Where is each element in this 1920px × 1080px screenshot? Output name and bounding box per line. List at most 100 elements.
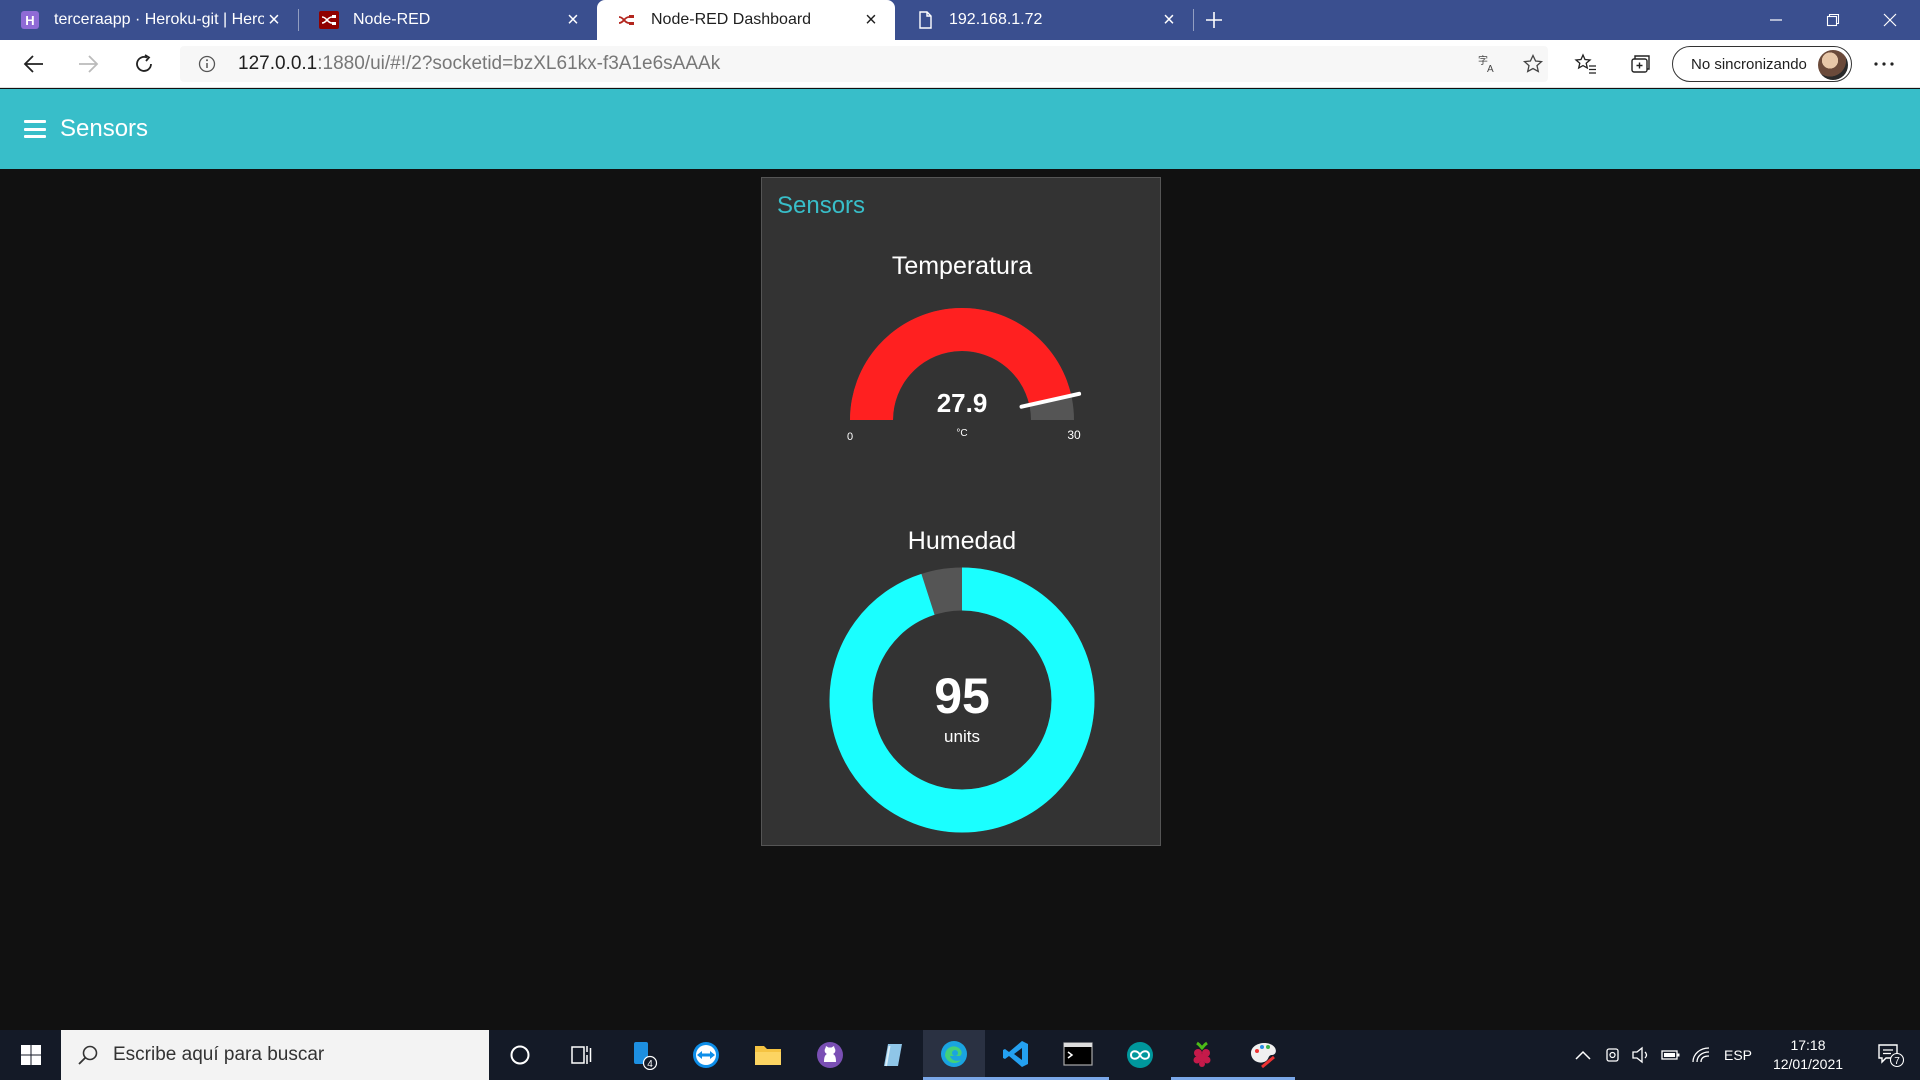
close-window-button[interactable] <box>1862 0 1918 40</box>
svg-text:A: A <box>1487 64 1494 74</box>
phone-app-icon: 4 <box>634 1042 658 1070</box>
close-icon[interactable]: × <box>264 10 284 30</box>
forward-button[interactable] <box>68 48 108 80</box>
chevron-up-icon <box>1575 1050 1591 1060</box>
taskbar-app-terminal[interactable] <box>1047 1030 1109 1080</box>
paint-icon <box>1251 1042 1276 1068</box>
plus-icon <box>1206 12 1222 28</box>
cortana-button[interactable] <box>489 1030 551 1080</box>
taskbar-app-raspberry[interactable] <box>1171 1030 1233 1080</box>
favorites-button[interactable] <box>1566 48 1606 80</box>
wifi-icon[interactable] <box>1688 1030 1714 1080</box>
url-text: 127.0.0.1:1880/ui/#!/2?socketid=bzXL61kx… <box>238 53 720 75</box>
show-hidden-icons-button[interactable] <box>1568 1030 1598 1080</box>
search-placeholder: Escribe aquí para buscar <box>113 1044 325 1065</box>
sensors-group-card: Sensors Temperatura 27.9 °C 0 30 Humedad… <box>761 177 1161 846</box>
clock-time: 17:18 <box>1790 1037 1826 1053</box>
raspberry-icon <box>1193 1041 1211 1067</box>
folder-icon <box>755 1046 781 1065</box>
more-icon <box>1874 62 1894 66</box>
tab-title: terceraapp · Heroku-git | Heroku <box>54 11 264 28</box>
cortana-circle-icon <box>510 1045 530 1065</box>
profile-label: No sincronizando <box>1691 55 1807 73</box>
collections-button[interactable] <box>1620 48 1660 80</box>
temperature-units: °C <box>956 428 967 439</box>
heroku-icon: H <box>20 10 40 30</box>
settings-more-button[interactable] <box>1864 48 1904 80</box>
group-title: Sensors <box>777 192 866 219</box>
profile-button[interactable]: No sincronizando <box>1672 46 1852 82</box>
favorites-list-icon <box>1574 53 1596 74</box>
search-icon <box>78 1045 98 1065</box>
windows-logo-icon <box>20 1045 41 1065</box>
taskbar-app-arduino[interactable] <box>1109 1030 1171 1080</box>
taskbar-app-file-explorer[interactable] <box>737 1030 799 1080</box>
node-red-icon <box>617 10 637 30</box>
taskbar-app-paint[interactable] <box>1233 1030 1295 1080</box>
close-icon[interactable]: × <box>1159 10 1179 30</box>
temperature-gauge: 27.9 °C 0 30 <box>847 307 1082 443</box>
refresh-button[interactable] <box>124 48 164 80</box>
taskbar-app-edge[interactable] <box>923 1030 985 1080</box>
favorite-star-icon[interactable] <box>1521 54 1545 74</box>
clock-date: 12/01/2021 <box>1772 1056 1844 1072</box>
edge-icon <box>941 1040 967 1067</box>
notes-icon <box>884 1044 902 1067</box>
collections-icon <box>1631 55 1650 73</box>
close-icon[interactable]: × <box>861 10 881 30</box>
address-bar[interactable]: 127.0.0.1:1880/ui/#!/2?socketid=bzXL61kx… <box>180 46 1548 82</box>
teamviewer-icon <box>693 1042 719 1068</box>
tab-title: 192.168.1.72 <box>949 11 1043 28</box>
taskbar-app-phone[interactable]: 4 <box>613 1030 675 1080</box>
avatar <box>1818 50 1848 80</box>
tab-node-red-dashboard[interactable]: Node-RED Dashboard × <box>597 0 895 40</box>
minimize-button[interactable] <box>1748 0 1804 40</box>
notification-badge: 7 <box>1894 1056 1900 1067</box>
url-host: 127.0.0.1 <box>238 53 318 74</box>
back-arrow-icon <box>23 55 43 73</box>
close-icon <box>1883 13 1897 27</box>
humidity-title: Humedad <box>907 527 1017 555</box>
volume-icon[interactable] <box>1628 1030 1654 1080</box>
gauge-min-label: 0 <box>847 431 853 443</box>
taskbar-clock[interactable]: 17:18 12/01/2021 <box>1758 1036 1858 1074</box>
humidity-units: units <box>944 727 980 746</box>
humidity-value: 95 <box>934 668 990 724</box>
temperature-title: Temperatura <box>891 252 1033 280</box>
translate-icon[interactable]: 字A <box>1476 54 1500 74</box>
menu-icon[interactable] <box>24 120 46 138</box>
tab-node-red[interactable]: Node-RED × <box>299 0 597 40</box>
close-icon[interactable]: × <box>563 10 583 30</box>
battery-icon[interactable] <box>1658 1030 1684 1080</box>
taskbar-app-github[interactable] <box>799 1030 861 1080</box>
back-button[interactable] <box>14 48 54 80</box>
restore-button[interactable] <box>1805 0 1861 40</box>
humidity-donut: 95 units <box>829 567 1095 833</box>
arduino-icon <box>1127 1042 1153 1068</box>
tab-192-168-1-72[interactable]: 192.168.1.72 × <box>895 0 1193 40</box>
task-view-button[interactable] <box>551 1030 613 1080</box>
taskbar-app-vscode[interactable] <box>985 1030 1047 1080</box>
meet-now-icon[interactable] <box>1600 1030 1626 1080</box>
gauge-max-label: 30 <box>1067 428 1081 442</box>
vscode-icon <box>1003 1040 1028 1067</box>
refresh-icon <box>136 54 152 72</box>
taskbar-app-teamviewer[interactable] <box>675 1030 737 1080</box>
task-view-icon <box>571 1046 592 1064</box>
taskbar-app-notes[interactable] <box>861 1030 923 1080</box>
tab-heroku[interactable]: H terceraapp · Heroku-git | Heroku × <box>0 0 298 40</box>
notifications-button[interactable]: 7 <box>1866 1030 1916 1080</box>
browser-tab-strip: H terceraapp · Heroku-git | Heroku × Nod… <box>0 0 1920 40</box>
new-tab-button[interactable] <box>1194 0 1234 40</box>
url-path: :1880/ui/#!/2?socketid=bzXL61kx-f3A1e6sA… <box>317 53 721 74</box>
forward-arrow-icon <box>79 55 99 73</box>
language-indicator[interactable]: ESP <box>1718 1030 1758 1080</box>
notification-icon: 7 <box>1878 1044 1905 1068</box>
windows-taskbar: Escribe aquí para buscar 4 ESP 17:18 12/… <box>0 1030 1920 1080</box>
taskbar-search-box[interactable]: Escribe aquí para buscar <box>61 1030 489 1080</box>
node-red-icon <box>319 10 339 30</box>
dashboard-header: Sensors <box>0 89 1920 169</box>
start-button[interactable] <box>0 1030 61 1080</box>
terminal-icon <box>1063 1041 1093 1066</box>
page-icon <box>915 10 935 30</box>
